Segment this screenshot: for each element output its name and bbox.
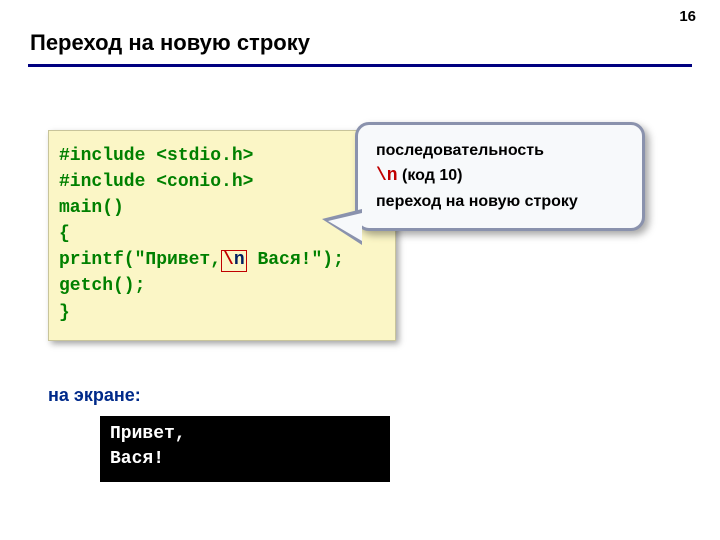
screen-label: на экране: <box>48 385 141 406</box>
code-text: } <box>59 300 385 326</box>
slide-title: Переход на новую строку <box>30 30 310 56</box>
callout: последовательность \n (код 10) переход н… <box>355 122 645 231</box>
escape-n: n <box>234 250 245 270</box>
escape-backslash: \ <box>223 250 234 270</box>
code-text: getch(); <box>59 273 385 299</box>
callout-tail-inner <box>328 213 362 241</box>
code-text: Вася!"); <box>247 250 344 270</box>
title-underline <box>28 64 692 67</box>
code-text: #include <box>59 146 156 166</box>
code-text: <stdio.h> <box>156 146 253 166</box>
code-text: #include <box>59 172 156 192</box>
console-output: Привет, Вася! <box>100 416 390 482</box>
callout-line: последовательность <box>376 139 626 163</box>
callout-escape: \n <box>376 166 398 186</box>
page-number: 16 <box>679 8 696 25</box>
code-text: printf("Привет, <box>59 250 221 270</box>
callout-line: переход на новую строку <box>376 190 626 214</box>
code-text: <conio.h> <box>156 172 253 192</box>
callout-line: (код 10) <box>398 167 463 184</box>
console-line: Вася! <box>110 447 380 472</box>
console-line: Привет, <box>110 422 380 447</box>
newline-highlight-box: \n <box>221 250 247 272</box>
